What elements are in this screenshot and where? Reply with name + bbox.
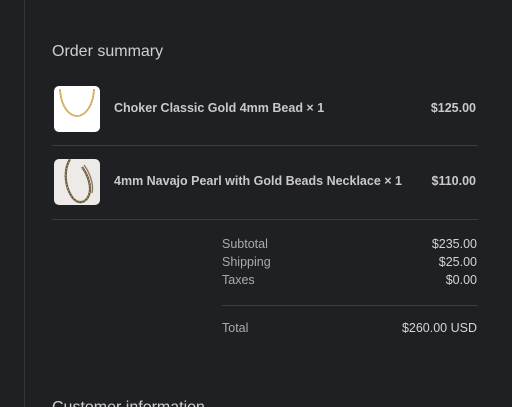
order-summary-title: Order summary xyxy=(52,43,164,60)
divider xyxy=(222,305,478,306)
order-item-price: $110.00 xyxy=(431,174,477,188)
checkout-page: Order summary Choker Classic Gold 4mm Be… xyxy=(0,0,512,407)
total-value: $260.00 USD xyxy=(401,321,477,335)
gold-bead-choker-image xyxy=(54,86,100,132)
order-item-name: Choker Classic Gold 4mm Bead × 1 xyxy=(114,101,325,115)
left-panel-border xyxy=(24,0,25,407)
customer-information-title: Customer information xyxy=(52,399,205,407)
order-item: 4mm Navajo Pearl with Gold Beads Necklac… xyxy=(52,158,478,206)
total-row: Total $260.00 USD xyxy=(222,321,478,337)
total-label: Total xyxy=(222,321,249,335)
order-item-name: 4mm Navajo Pearl with Gold Beads Necklac… xyxy=(114,174,402,188)
taxes-label: Taxes xyxy=(222,273,255,287)
subtotal-row: Subtotal $235.00 xyxy=(222,237,478,253)
navajo-pearl-necklace-image xyxy=(54,159,100,205)
order-item: Choker Classic Gold 4mm Bead × 1 $125.00 xyxy=(52,85,478,133)
taxes-value: $0.00 xyxy=(445,273,477,287)
subtotal-value: $235.00 xyxy=(431,237,477,251)
order-item-price: $125.00 xyxy=(430,101,476,115)
gold-chain-icon xyxy=(59,88,95,117)
shipping-row: Shipping $25.00 xyxy=(222,255,478,271)
taxes-row: Taxes $0.00 xyxy=(222,273,478,289)
shipping-label: Shipping xyxy=(222,255,271,269)
pearl-necklace-icon xyxy=(64,159,94,204)
divider xyxy=(52,219,478,220)
shipping-value: $25.00 xyxy=(438,255,477,269)
divider xyxy=(52,145,478,146)
subtotal-label: Subtotal xyxy=(222,237,268,251)
